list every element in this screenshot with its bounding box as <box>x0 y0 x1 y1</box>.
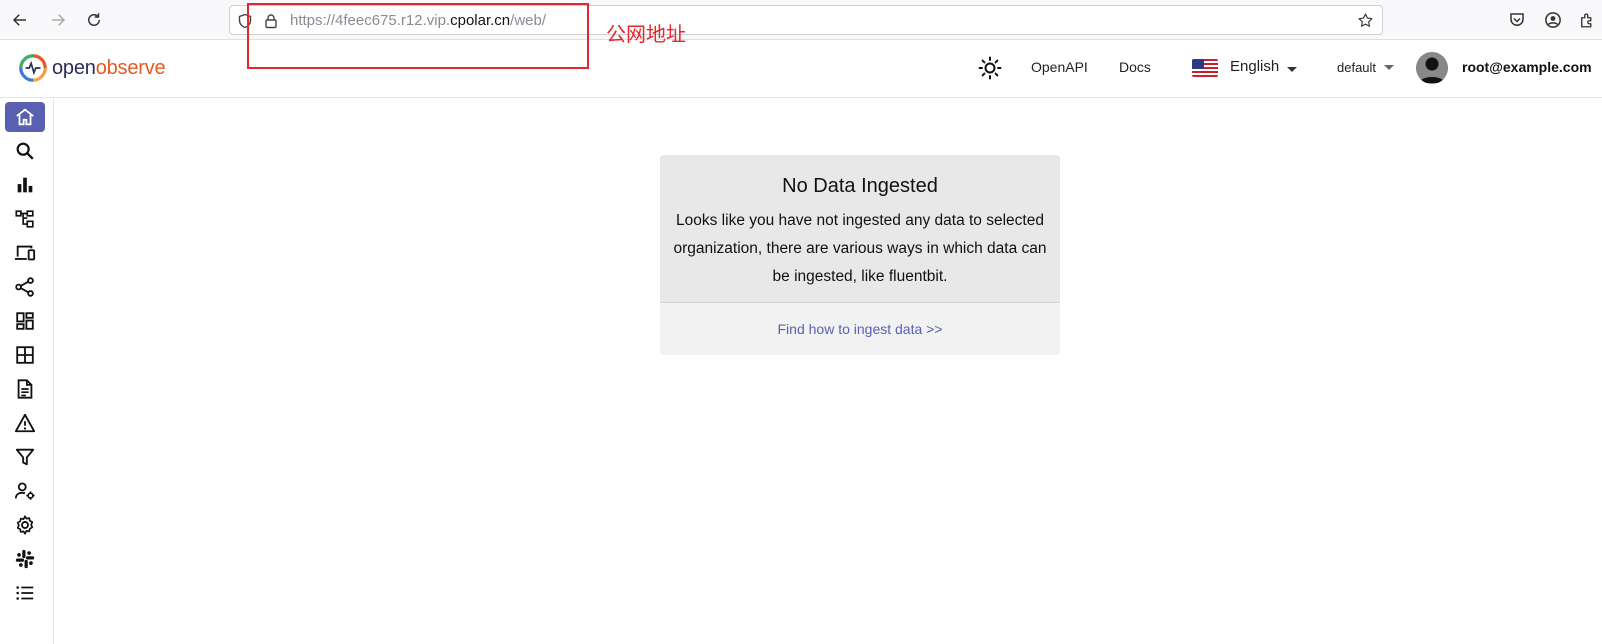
openapi-link[interactable]: OpenAPI <box>1031 59 1088 75</box>
reports-document-icon <box>17 379 33 399</box>
browser-toolbar: https://4feec675.r12.vip.cpolar.cn/web/ <box>0 0 1602 40</box>
pipelines-share-icon <box>15 277 34 297</box>
arrow-right-icon <box>52 14 66 26</box>
sidebar-item-logs[interactable] <box>5 136 45 166</box>
account-icon[interactable] <box>1544 11 1562 29</box>
arrow-left-icon <box>12 14 26 26</box>
sidebar-item-reports[interactable] <box>5 374 45 404</box>
logo-mark-icon <box>19 54 47 82</box>
sidebar-item-traces[interactable] <box>5 204 45 234</box>
reload-icon <box>88 13 100 26</box>
url-suffix: /web/ <box>510 12 547 29</box>
annotation-label: 公网地址 <box>606 22 686 46</box>
lock-icon[interactable] <box>263 13 279 29</box>
sidebar-item-metrics[interactable] <box>5 170 45 200</box>
home-icon <box>16 108 34 126</box>
sidebar-item-iam[interactable] <box>5 476 45 506</box>
url-text[interactable]: https://4feec675.r12.vip.cpolar.cn/web/ <box>290 12 546 29</box>
sidebar-item-about[interactable] <box>5 578 45 608</box>
sidebar-item-dashboards[interactable] <box>5 306 45 336</box>
no-data-message: Looks like you have not ingested any dat… <box>660 207 1060 291</box>
settings-gear-icon <box>16 515 34 535</box>
no-data-message-line: organization, there are various ways in … <box>673 240 1047 257</box>
ingestion-filter-icon <box>15 448 35 466</box>
pocket-icon[interactable] <box>1508 11 1526 29</box>
logo-text-open: open <box>52 56 96 79</box>
url-prefix: https://4feec675.r12.vip. <box>290 12 451 29</box>
rum-devices-icon <box>14 245 36 261</box>
iam-user-settings-icon <box>14 482 35 500</box>
avatar[interactable] <box>1416 52 1448 84</box>
sidebar-item-home[interactable] <box>5 102 45 132</box>
about-list-icon <box>16 586 34 600</box>
sidebar-item-rum[interactable] <box>5 238 45 268</box>
docs-link[interactable]: Docs <box>1119 59 1151 75</box>
sidebar <box>0 98 54 644</box>
ingest-data-link[interactable]: Find how to ingest data >> <box>660 321 1060 337</box>
shield-icon[interactable] <box>237 13 253 29</box>
organization-selector[interactable]: default <box>1337 60 1376 75</box>
logo-text: openobserve <box>52 56 166 80</box>
language-selector[interactable]: English <box>1230 58 1279 75</box>
sidebar-item-slack[interactable] <box>5 544 45 574</box>
url-domain: cpolar.cn <box>450 12 511 29</box>
back-button[interactable] <box>8 8 32 32</box>
slack-icon <box>15 549 35 569</box>
no-data-card: No Data Ingested Looks like you have not… <box>660 155 1060 355</box>
sidebar-item-settings[interactable] <box>5 510 45 540</box>
bookmark-star-icon[interactable] <box>1357 12 1374 29</box>
theme-sun-icon[interactable] <box>978 56 1002 80</box>
metrics-bar-chart-icon <box>17 177 33 193</box>
traces-icon <box>15 210 34 228</box>
streams-grid-icon <box>16 346 34 364</box>
sidebar-item-pipelines[interactable] <box>5 272 45 302</box>
us-flag-icon[interactable] <box>1192 59 1218 77</box>
dashboards-icon <box>16 312 34 330</box>
forward-button[interactable] <box>46 8 70 32</box>
no-data-message-line: Looks like you have not ingested any dat… <box>676 212 1044 229</box>
sidebar-item-ingestion[interactable] <box>5 442 45 472</box>
user-email[interactable]: root@example.com <box>1462 59 1592 75</box>
sidebar-item-alerts[interactable] <box>5 408 45 438</box>
address-bar[interactable]: https://4feec675.r12.vip.cpolar.cn/web/ <box>229 5 1383 35</box>
search-icon <box>16 142 34 160</box>
no-data-card-header: No Data Ingested Looks like you have not… <box>660 155 1060 303</box>
language-dropdown-icon[interactable] <box>1287 67 1297 72</box>
alerts-warning-icon <box>14 413 36 433</box>
no-data-title: No Data Ingested <box>782 175 938 197</box>
logo-text-observe: observe <box>95 56 166 79</box>
organization-dropdown-icon[interactable] <box>1384 65 1394 70</box>
no-data-message-line: be ingested, like fluentbit. <box>772 268 948 285</box>
extensions-icon[interactable] <box>1578 11 1596 29</box>
sidebar-item-streams[interactable] <box>5 340 45 370</box>
openobserve-logo[interactable]: openobserve <box>18 53 166 83</box>
reload-button[interactable] <box>82 8 106 32</box>
app-header: openobserve OpenAPI Docs English default… <box>0 40 1602 98</box>
